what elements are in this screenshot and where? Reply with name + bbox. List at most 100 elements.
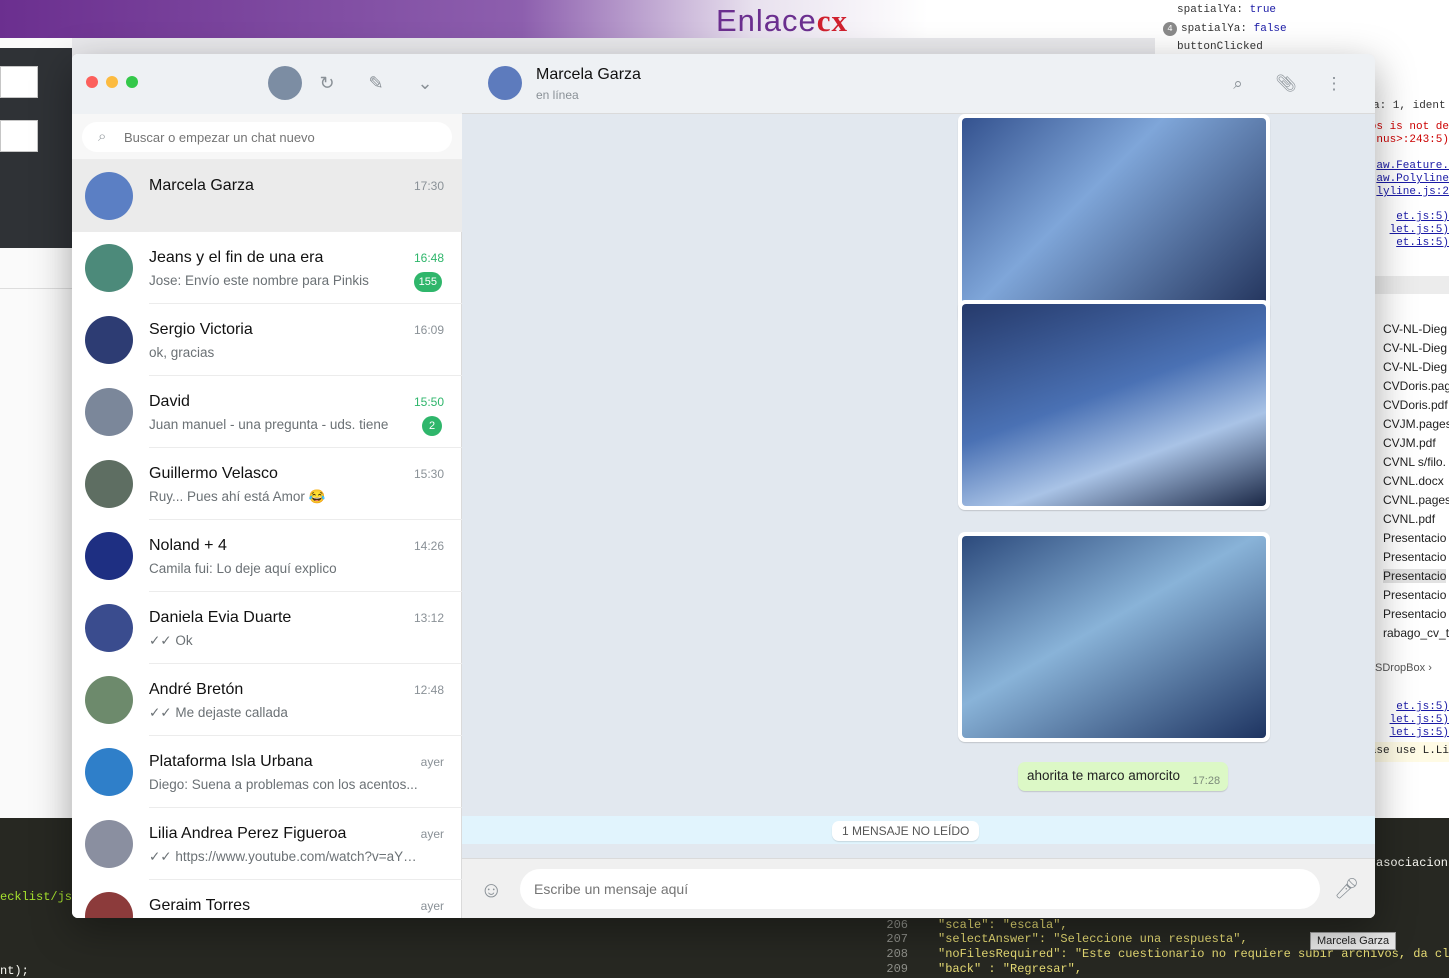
finder-file-item[interactable]: CVJM.pdf: [1383, 436, 1436, 450]
chat-row[interactable]: André Bretón 12:48 ✓✓ Me dejaste callada: [72, 664, 462, 736]
console-link[interactable]: et.js:5): [1396, 211, 1449, 223]
emoji-icon[interactable]: ☺: [480, 877, 502, 903]
avatar: [85, 532, 133, 580]
finder-file-item[interactable]: CV-NL-Dieg: [1383, 360, 1447, 374]
console-link[interactable]: let.js:5): [1390, 224, 1449, 236]
console-link[interactable]: let.js:5): [1390, 714, 1449, 726]
console-link[interactable]: lyline.js:2: [1376, 186, 1449, 198]
search-icon: ⌕: [98, 128, 107, 145]
profile-avatar[interactable]: [268, 66, 302, 100]
maximize-window-button[interactable]: [126, 76, 138, 88]
finder-file-item[interactable]: Presentacio: [1383, 550, 1446, 564]
avatar: [85, 604, 133, 652]
chat-row[interactable]: Geraim Torres ayer: [72, 880, 462, 918]
text-message[interactable]: ahorita te marco amorcito 17:28: [1018, 762, 1229, 791]
message-text: ahorita te marco amorcito: [1027, 768, 1181, 783]
attach-icon[interactable]: 📎︎: [1274, 72, 1298, 96]
chat-row[interactable]: Plataforma Isla Urbana ayer Diego: Suena a…: [72, 736, 462, 808]
finder-file-item[interactable]: rabago_cv_t: [1383, 626, 1449, 640]
chat-name: Jeans y el fin de una era: [149, 249, 324, 266]
chat-row[interactable]: Daniela Evia Duarte 13:12 ✓✓ Ok: [72, 592, 462, 664]
unread-badge: 155: [413, 272, 442, 292]
avatar: [85, 244, 133, 292]
chat-time: 16:48: [413, 251, 444, 265]
chat-name: Lilia Andrea Perez Figueroa: [149, 825, 347, 842]
background-input[interactable]: [0, 120, 38, 152]
chat-time: ayer: [420, 755, 444, 769]
unread-banner: 1 MENSAJE NO LEÍDO: [462, 816, 1375, 844]
console-link[interactable]: et.is:5): [1396, 237, 1449, 249]
enlace-logo: Enlacecx: [716, 3, 849, 38]
chat-row[interactable]: Noland + 4 14:26 Camila fui: Lo deje aquí …: [72, 520, 462, 592]
menu-icon[interactable]: ⋮: [1322, 72, 1346, 96]
chat-time: 14:26: [413, 539, 444, 553]
finder-file-item[interactable]: CV-NL-Dieg: [1383, 341, 1447, 355]
console-link[interactable]: aw.Polyline: [1376, 173, 1449, 185]
contact-status: en línea: [536, 88, 579, 102]
contact-avatar[interactable]: [488, 66, 522, 100]
status-icon[interactable]: ↻: [315, 71, 339, 95]
photo[interactable]: [962, 118, 1266, 320]
image-message[interactable]: [958, 300, 1270, 510]
message-input[interactable]: [520, 869, 1320, 909]
finder-file-item[interactable]: CVJM.pages: [1383, 417, 1449, 431]
console-link[interactable]: et.js:5): [1396, 701, 1449, 713]
image-message[interactable]: [958, 532, 1270, 742]
photo[interactable]: [962, 304, 1266, 506]
chat-row[interactable]: Guillermo Velasco 15:30 Ruy... Pues ahí es…: [72, 448, 462, 520]
unread-label: 1 MENSAJE NO LEÍDO: [832, 821, 980, 841]
chat-preview: ✓✓ Me dejaste callada: [149, 705, 288, 720]
contact-name: Marcela Garza: [536, 66, 641, 83]
divider: [0, 288, 72, 289]
finder-file-item[interactable]: Presentacio: [1383, 569, 1447, 583]
search-input[interactable]: [82, 122, 452, 152]
conversation-panel: Marcela Garza en línea ⌕ 📎︎ ⋮ ahorita te…: [462, 54, 1375, 918]
console-link[interactable]: aw.Feature.: [1376, 160, 1449, 172]
chat-time: 15:50: [413, 395, 444, 409]
console-warning: ase use L.Li: [1370, 742, 1449, 762]
finder-file-item[interactable]: Presentacio: [1383, 531, 1446, 545]
chat-preview: Camila fui: Lo deje aquí explico: [149, 561, 337, 576]
whatsapp-window: ↻ ✎ ⌄ ⌕ Marcela Garza 17:30 Jeans y el fin…: [72, 54, 1375, 918]
minimize-window-button[interactable]: [106, 76, 118, 88]
finder-file-item[interactable]: CVDoris.pag: [1383, 379, 1449, 393]
finder-file-item[interactable]: CVNL.pages: [1383, 493, 1449, 507]
chat-time: 13:12: [413, 611, 444, 625]
avatar: [85, 820, 133, 868]
background-input[interactable]: [0, 66, 38, 98]
unread-badge: 2: [422, 416, 442, 436]
finder-file-item[interactable]: CV-NL-Dieg: [1383, 322, 1447, 336]
avatar: [85, 172, 133, 220]
finder-file-item[interactable]: CVNL s/filo.: [1383, 455, 1446, 469]
new-chat-icon[interactable]: ✎: [364, 71, 388, 95]
chat-list: Marcela Garza 17:30 Jeans y el fin de una …: [72, 160, 462, 918]
chat-name: Geraim Torres: [149, 897, 251, 914]
avatar: [85, 892, 133, 918]
chat-row[interactable]: Jeans y el fin de una era 16:48 Jose: Enví…: [72, 232, 462, 304]
microphone-icon[interactable]: 🎤︎: [1334, 876, 1359, 901]
finder-file-item[interactable]: CVNL.pdf: [1383, 512, 1435, 526]
finder-file-item[interactable]: CVNL.docx: [1383, 474, 1444, 488]
chat-preview: ✓✓ https://www.youtube.com/watch?v=aY8..…: [149, 849, 419, 864]
chat-row[interactable]: David 15:50 Juan manuel - una pregunta - u…: [72, 376, 462, 448]
chat-row[interactable]: Marcela Garza 17:30: [72, 160, 462, 232]
console-link[interactable]: let.js:5): [1390, 727, 1449, 739]
finder-file-item[interactable]: Presentacio: [1383, 588, 1446, 602]
conversation-header[interactable]: Marcela Garza en línea ⌕ 📎︎ ⋮: [462, 54, 1375, 114]
chat-row[interactable]: Lilia Andrea Perez Figueroa ayer ✓✓ https:…: [72, 808, 462, 880]
chat-preview: ✓✓ Ok: [149, 633, 193, 648]
finder-file-item[interactable]: CVDoris.pdf: [1383, 398, 1448, 412]
menu-icon[interactable]: ⌄: [413, 71, 437, 95]
chat-name: Plataforma Isla Urbana: [149, 753, 313, 770]
chat-name: Daniela Evia Duarte: [149, 609, 292, 626]
chat-name: Sergio Victoria: [149, 321, 253, 338]
chat-time: 17:30: [413, 179, 444, 193]
image-message[interactable]: [958, 114, 1270, 324]
avatar: [85, 388, 133, 436]
search-icon[interactable]: ⌕: [1226, 72, 1250, 96]
chat-row[interactable]: Sergio Victoria 16:09 ok, gracias: [72, 304, 462, 376]
finder-file-item[interactable]: Presentacio: [1383, 607, 1446, 621]
close-window-button[interactable]: [86, 76, 98, 88]
finder-path-bar[interactable]: SDropBox ›: [1375, 662, 1432, 674]
photo[interactable]: [962, 536, 1266, 738]
